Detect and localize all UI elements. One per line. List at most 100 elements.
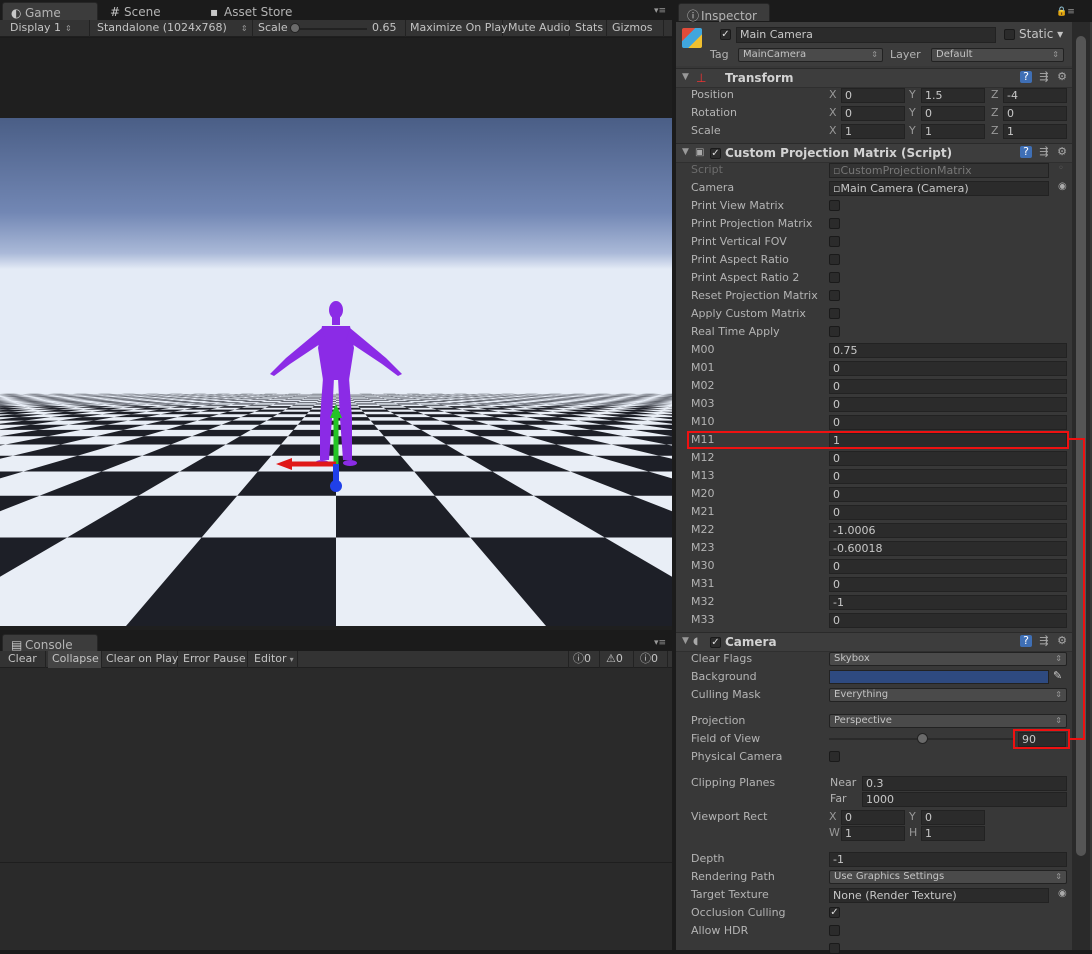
game-viewport[interactable] [0, 118, 672, 626]
matrix-field-m30[interactable]: 0 [829, 559, 1067, 574]
layer-dropdown[interactable]: Default⇕ [931, 48, 1064, 62]
matrix-field-m02[interactable]: 0 [829, 379, 1067, 394]
viewport-h-field[interactable]: 1 [921, 826, 985, 841]
matrix-field-m23[interactable]: -0.60018 [829, 541, 1067, 556]
toggle-checkbox[interactable] [829, 218, 840, 229]
presets-icon[interactable]: ⇶ [1038, 71, 1050, 83]
fov-slider-thumb[interactable] [917, 733, 928, 744]
console-collapse-button[interactable]: Collapse [48, 651, 102, 668]
console-clear-on-play-button[interactable]: Clear on Play [102, 651, 178, 668]
physical-camera-checkbox[interactable] [829, 751, 840, 762]
lock-icon[interactable]: 🔒≡ [1056, 7, 1075, 17]
gear-icon[interactable]: ⚙ [1056, 146, 1068, 158]
toggle-checkbox[interactable] [829, 200, 840, 211]
transform-header[interactable]: ▼ ⊥ Transform ? ⇶ ⚙ [676, 68, 1072, 88]
rotation-y-field[interactable]: 0 [921, 106, 985, 121]
matrix-field-m32[interactable]: -1 [829, 595, 1067, 610]
occlusion-culling-checkbox[interactable]: ✓ [829, 907, 840, 918]
help-icon[interactable]: ? [1020, 146, 1032, 158]
panel-menu-icon[interactable]: ▾≡ [654, 6, 666, 16]
near-field[interactable]: 0.3 [862, 776, 1067, 791]
help-icon[interactable]: ? [1020, 635, 1032, 647]
tab-game[interactable]: ◐Game [2, 2, 98, 20]
matrix-field-m00[interactable]: 0.75 [829, 343, 1067, 358]
toggle-checkbox[interactable] [829, 236, 840, 247]
matrix-field-m20[interactable]: 0 [829, 487, 1067, 502]
background-color-swatch[interactable] [829, 670, 1049, 684]
matrix-field-m21[interactable]: 0 [829, 505, 1067, 520]
far-field[interactable]: 1000 [862, 792, 1067, 807]
tab-inspector[interactable]: ⓘInspector [678, 3, 770, 21]
tab-asset-store[interactable]: ▪Asset Store [202, 2, 312, 20]
foldout-arrow-icon[interactable]: ▼ [682, 636, 689, 646]
gear-icon[interactable]: ⚙ [1056, 635, 1068, 647]
game-view-area[interactable] [0, 38, 672, 630]
mute-audio-button[interactable]: Mute Audio [504, 20, 570, 37]
position-y-field[interactable]: 1.5 [921, 88, 985, 103]
rotation-z-field[interactable]: 0 [1003, 106, 1067, 121]
toggle-checkbox[interactable] [829, 326, 840, 337]
foldout-arrow-icon[interactable]: ▼ [682, 147, 689, 157]
matrix-field-m31[interactable]: 0 [829, 577, 1067, 592]
next-row-checkbox[interactable] [829, 943, 840, 954]
tab-console[interactable]: ▤Console [2, 634, 98, 652]
display-dropdown[interactable]: Display 1⇕ [6, 20, 90, 37]
rendering-path-dropdown[interactable]: Use Graphics Settings⇕ [829, 870, 1067, 884]
toggle-checkbox[interactable] [829, 308, 840, 319]
object-picker-icon[interactable]: ◉ [1058, 888, 1067, 899]
inspector-scrollbar[interactable] [1072, 22, 1090, 950]
console-editor-dropdown[interactable]: Editor▾ [250, 651, 298, 668]
position-x-field[interactable]: 0 [841, 88, 905, 103]
console-warning-toggle[interactable]: ⚠0 [602, 651, 634, 668]
panel-menu-icon[interactable]: ▾≡ [654, 638, 666, 648]
clear-flags-dropdown[interactable]: Skybox⇕ [829, 652, 1067, 666]
scale-x-field[interactable]: 1 [841, 124, 905, 139]
scale-slider-thumb[interactable] [290, 23, 300, 33]
viewport-x-field[interactable]: 0 [841, 810, 905, 825]
console-log-area[interactable] [0, 668, 672, 950]
culling-mask-dropdown[interactable]: Everything⇕ [829, 688, 1067, 702]
script-component-header[interactable]: ▼ ▣ ✓ Custom Projection Matrix (Script) … [676, 143, 1072, 163]
target-texture-field[interactable]: None (Render Texture) [829, 888, 1049, 903]
matrix-field-m12[interactable]: 0 [829, 451, 1067, 466]
object-picker-icon[interactable]: ◉ [1058, 181, 1067, 192]
depth-field[interactable]: -1 [829, 852, 1067, 867]
console-error-pause-button[interactable]: Error Pause [179, 651, 248, 668]
toggle-checkbox[interactable] [829, 254, 840, 265]
gear-icon[interactable]: ⚙ [1056, 71, 1068, 83]
camera-reference-field[interactable]: ▫Main Camera (Camera) [829, 181, 1049, 196]
matrix-field-m13[interactable]: 0 [829, 469, 1067, 484]
stats-button[interactable]: Stats [571, 20, 607, 37]
gizmos-button[interactable]: Gizmos [608, 20, 664, 37]
camera-component-header[interactable]: ▼ ◖ ✓ Camera ? ⇶ ⚙ [676, 632, 1072, 652]
toggle-checkbox[interactable] [829, 272, 840, 283]
position-z-field[interactable]: -4 [1003, 88, 1067, 103]
matrix-field-m10[interactable]: 0 [829, 415, 1067, 430]
rotation-x-field[interactable]: 0 [841, 106, 905, 121]
object-name-field[interactable]: Main Camera [736, 27, 996, 43]
presets-icon[interactable]: ⇶ [1038, 635, 1050, 647]
console-info-toggle[interactable]: ⓘ0 [568, 651, 600, 668]
matrix-field-m03[interactable]: 0 [829, 397, 1067, 412]
tab-scene[interactable]: #Scene [102, 2, 198, 20]
viewport-w-field[interactable]: 1 [841, 826, 905, 841]
resolution-dropdown[interactable]: Standalone (1024x768)⇕ [93, 20, 253, 37]
static-dropdown[interactable]: Static ▾ [1019, 27, 1063, 41]
scale-y-field[interactable]: 1 [921, 124, 985, 139]
help-icon[interactable]: ? [1020, 71, 1032, 83]
console-clear-button[interactable]: Clear [4, 651, 46, 668]
camera-enabled-checkbox[interactable]: ✓ [710, 637, 721, 648]
toggle-checkbox[interactable] [829, 290, 840, 301]
maximize-on-play-button[interactable]: Maximize On Play [405, 20, 503, 37]
allow-hdr-checkbox[interactable] [829, 925, 840, 936]
script-enabled-checkbox[interactable]: ✓ [710, 148, 721, 159]
matrix-field-m01[interactable]: 0 [829, 361, 1067, 376]
scale-z-field[interactable]: 1 [1003, 124, 1067, 139]
viewport-y-field[interactable]: 0 [921, 810, 985, 825]
active-checkbox[interactable]: ✓ [720, 29, 731, 40]
matrix-field-m22[interactable]: -1.0006 [829, 523, 1067, 538]
console-error-toggle[interactable]: ⓘ0 [636, 651, 668, 668]
presets-icon[interactable]: ⇶ [1038, 146, 1050, 158]
scale-slider-track[interactable] [292, 28, 367, 30]
tag-dropdown[interactable]: MainCamera⇕ [738, 48, 883, 62]
